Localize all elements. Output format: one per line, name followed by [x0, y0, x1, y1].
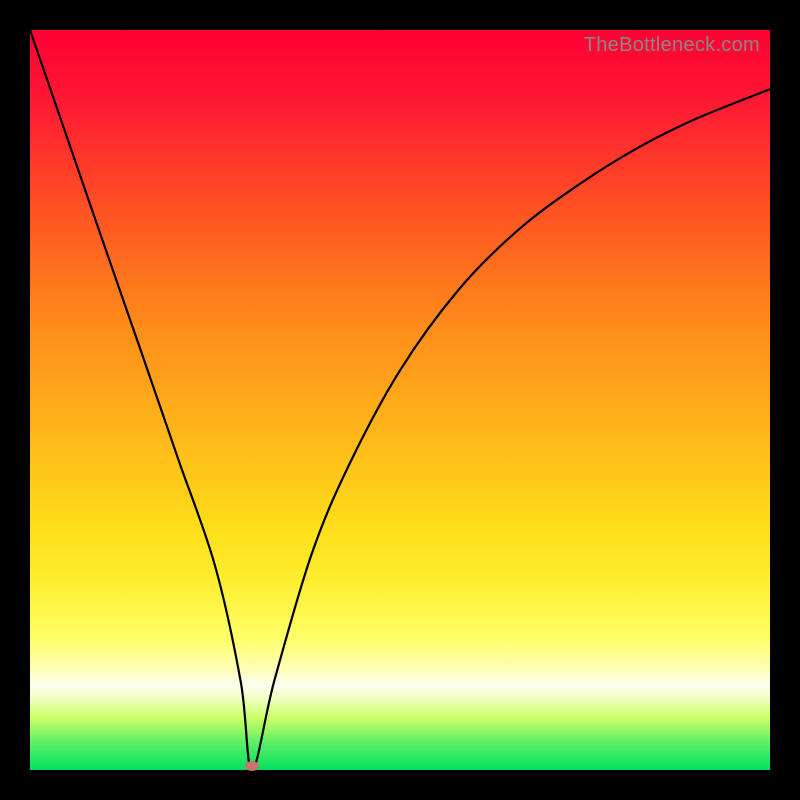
- bottleneck-curve: [30, 30, 770, 770]
- chart-frame: TheBottleneck.com: [0, 0, 800, 800]
- curve-layer: [30, 30, 770, 770]
- plot-area: TheBottleneck.com: [30, 30, 770, 770]
- watermark-text: TheBottleneck.com: [584, 34, 760, 57]
- minimum-marker: [245, 761, 259, 771]
